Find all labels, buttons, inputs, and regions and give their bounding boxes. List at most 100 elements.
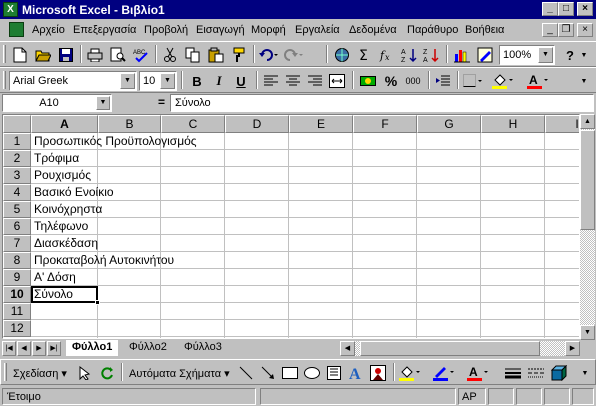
row-header[interactable]: 6 [3, 218, 31, 235]
spelling-icon[interactable]: ABC [130, 45, 152, 65]
font-size-combo[interactable]: 10 ▼ [139, 71, 177, 91]
percent-button[interactable]: % [380, 71, 402, 91]
prev-sheet-icon[interactable]: ◀ [17, 341, 31, 356]
cut-icon[interactable] [159, 45, 181, 65]
clip-art-icon[interactable] [367, 363, 389, 383]
line-style-icon[interactable] [502, 363, 524, 383]
cell-a9[interactable]: Α' Δόση [34, 269, 76, 286]
align-right-icon[interactable] [304, 71, 326, 91]
toolbar-grip[interactable] [4, 363, 7, 381]
cell-a4[interactable]: Βασικό Ενοίκιο [34, 184, 114, 201]
dash-style-icon[interactable] [525, 363, 547, 383]
chevron-down-icon[interactable]: ▼ [160, 73, 175, 89]
align-center-icon[interactable] [282, 71, 304, 91]
scroll-down-icon[interactable]: ▼ [580, 325, 595, 340]
column-header-c[interactable]: C [161, 115, 225, 133]
row-header[interactable]: 4 [3, 184, 31, 201]
doc-close-button[interactable]: × [577, 23, 593, 37]
row-header[interactable]: 11 [3, 303, 31, 320]
column-header-b[interactable]: B [98, 115, 161, 133]
italic-button[interactable]: I [208, 71, 230, 91]
menu-data[interactable]: Δεδομένα [349, 24, 397, 36]
spreadsheet-grid[interactable]: A B C D E F G H I 1 2 3 4 5 6 7 8 9 10 1… [2, 114, 580, 339]
vertical-scroll-thumb[interactable] [580, 130, 595, 230]
sheet-tab-3[interactable]: Φύλλο3 [178, 340, 228, 356]
underline-button[interactable]: U [230, 71, 252, 91]
menu-edit[interactable]: Επεξεργασία [73, 24, 136, 36]
toolbar-grip[interactable] [3, 71, 6, 89]
cell-a7[interactable]: Διασκέδαση [34, 235, 98, 252]
column-header-d[interactable]: D [225, 115, 289, 133]
zoom-combo[interactable]: 100% ▼ [499, 45, 555, 65]
column-header-i[interactable]: I [545, 115, 579, 133]
align-left-icon[interactable] [260, 71, 282, 91]
formula-input[interactable]: Σύνολο [170, 94, 594, 112]
3d-icon[interactable] [548, 363, 570, 383]
toolbar-grip[interactable] [3, 45, 6, 63]
horizontal-scrollbar[interactable]: ◀ ▶ [340, 341, 580, 356]
text-box-icon[interactable] [323, 363, 345, 383]
row-header[interactable]: 2 [3, 150, 31, 167]
arrow-icon[interactable] [257, 363, 279, 383]
drawing-icon[interactable] [474, 45, 496, 65]
redo-icon[interactable] [283, 45, 305, 65]
toolbar-options-icon[interactable]: ▼ [578, 45, 590, 65]
row-header[interactable]: 8 [3, 252, 31, 269]
copy-icon[interactable] [182, 45, 204, 65]
column-header-h[interactable]: H [481, 115, 545, 133]
cell-a1[interactable]: Προσωπικός Προϋπολογισμός [34, 133, 197, 150]
oval-icon[interactable] [301, 363, 323, 383]
name-box[interactable]: A10 ▼ [2, 94, 112, 112]
row-header[interactable]: 12 [3, 320, 31, 337]
save-icon[interactable] [55, 45, 77, 65]
row-header[interactable]: 10 [3, 286, 31, 303]
active-cell-selection[interactable] [31, 286, 100, 305]
merge-center-icon[interactable] [326, 71, 348, 91]
row-header[interactable]: 7 [3, 235, 31, 252]
autosum-icon[interactable]: Σ [354, 45, 376, 65]
font-name-combo[interactable]: Arial Greek ▼ [9, 71, 137, 91]
autoshapes-menu-button[interactable]: Αυτόματα Σχήματα ▾ [129, 367, 230, 380]
menu-file[interactable]: Αρχείο [32, 24, 65, 36]
vertical-scrollbar[interactable]: ▲ ▼ [580, 114, 595, 340]
chart-wizard-icon[interactable] [451, 45, 473, 65]
excel-app-icon[interactable]: X [3, 2, 18, 17]
cell-a8[interactable]: Προκαταβολή Αυτοκινήτου [34, 252, 174, 269]
bold-button[interactable]: B [186, 71, 208, 91]
minimize-button[interactable]: _ [542, 2, 558, 16]
hyperlink-icon[interactable] [331, 45, 353, 65]
menu-view[interactable]: Προβολή [144, 24, 188, 36]
menu-tools[interactable]: Εργαλεία [295, 24, 340, 36]
font-color-draw-icon[interactable]: A [467, 363, 489, 383]
menu-window[interactable]: Παράθυρο [407, 24, 458, 36]
fill-color-draw-icon[interactable] [399, 363, 421, 383]
decrease-indent-icon[interactable] [432, 71, 454, 91]
line-color-icon[interactable] [433, 363, 455, 383]
cell-a5[interactable]: Κοινόχρηστα [34, 201, 102, 218]
workbook-icon[interactable] [9, 22, 24, 37]
print-icon[interactable] [84, 45, 106, 65]
scroll-right-icon[interactable]: ▶ [565, 341, 580, 356]
paste-icon[interactable] [205, 45, 227, 65]
sort-descending-icon[interactable]: ZA [420, 45, 442, 65]
row-header[interactable]: 3 [3, 167, 31, 184]
column-header-g[interactable]: G [417, 115, 481, 133]
format-painter-icon[interactable] [228, 45, 250, 65]
function-icon[interactable]: fx [376, 45, 398, 65]
sort-ascending-icon[interactable]: AZ [398, 45, 420, 65]
chevron-down-icon[interactable]: ▼ [96, 96, 110, 110]
scroll-left-icon[interactable]: ◀ [340, 341, 355, 356]
chevron-down-icon[interactable]: ▼ [120, 73, 135, 89]
row-header[interactable]: 1 [3, 133, 31, 150]
wordart-icon[interactable]: A [345, 363, 367, 383]
row-header[interactable]: 9 [3, 269, 31, 286]
maximize-button[interactable]: □ [558, 2, 574, 16]
column-header-f[interactable]: F [353, 115, 417, 133]
last-sheet-icon[interactable]: ▶| [47, 341, 61, 356]
scroll-up-icon[interactable]: ▲ [580, 114, 595, 129]
menu-help[interactable]: Βοήθεια [465, 24, 504, 36]
close-button[interactable]: × [577, 2, 593, 16]
equals-sign[interactable]: = [158, 95, 165, 109]
first-sheet-icon[interactable]: |◀ [2, 341, 16, 356]
cell-a2[interactable]: Τρόφιμα [34, 150, 79, 167]
